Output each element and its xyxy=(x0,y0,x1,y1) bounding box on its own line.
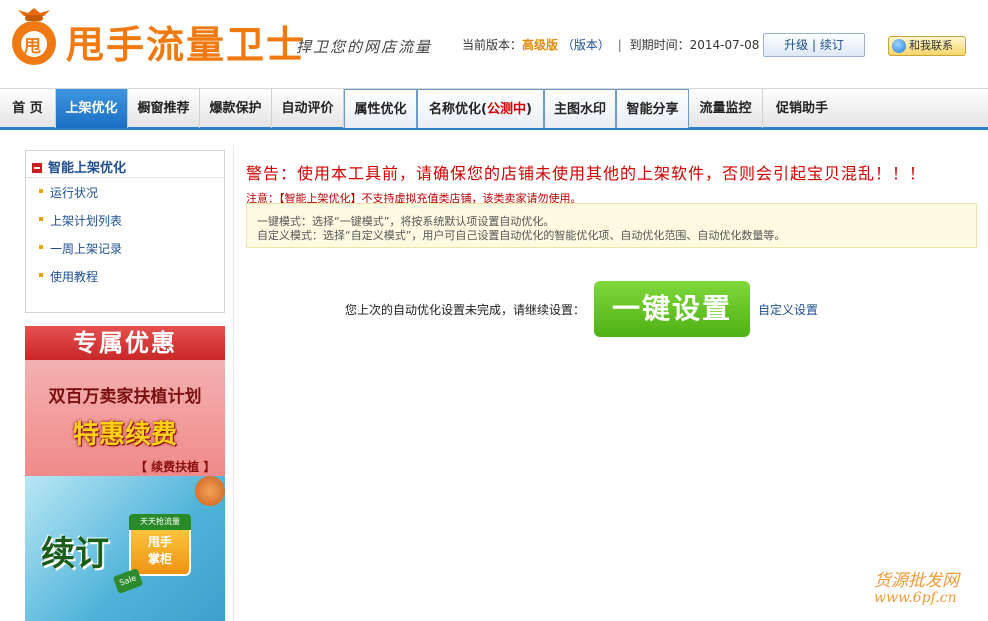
nav-name-optimize-label: 名称优化 xyxy=(429,102,482,117)
nav-beta-close: ) xyxy=(526,102,532,117)
slogan: 捍卫您的网店流量 xyxy=(296,38,433,56)
promo-renew-big: 续订 xyxy=(41,534,109,574)
logo-char: 甩 xyxy=(24,37,41,57)
info-custom: 自定义模式：选择“自定义模式”，用户可自己设置自动优化的智能优化项、自动优化范围… xyxy=(257,229,786,242)
one-click-setup-button[interactable]: 一键设置 xyxy=(594,281,750,337)
nav-hot-protect[interactable]: 爆款保护 xyxy=(200,89,272,128)
column-divider xyxy=(233,146,234,621)
sidebar-title[interactable]: 智能上架优化 xyxy=(32,157,126,176)
nav-auto-review[interactable]: 自动评价 xyxy=(272,89,344,128)
nav-attribute-optimize[interactable]: 属性优化 xyxy=(344,89,417,128)
collapse-icon[interactable] xyxy=(32,163,42,173)
divider: | xyxy=(617,38,622,52)
version-link[interactable]: （版本） xyxy=(562,38,610,52)
sidebar-item-tutorial[interactable]: 使用教程 xyxy=(38,268,98,285)
badge-top: 天天抢流量 xyxy=(129,514,191,530)
custom-setup-link[interactable]: 自定义设置 xyxy=(758,301,818,318)
nav-shelf-optimize[interactable]: 上架优化 xyxy=(56,89,128,128)
nav-window-recommend[interactable]: 橱窗推荐 xyxy=(128,89,200,128)
nav-watermark[interactable]: 主图水印 xyxy=(544,89,616,128)
warning-text: 警告：使用本工具前，请确保您的店铺未使用其他的上架软件，否则会引起宝贝混乱！！！ xyxy=(246,164,927,183)
version-info: 当前版本：高级版 （版本） | 到期时间：2014-07-08 xyxy=(462,36,759,53)
contact-me-button[interactable]: 和我联系 xyxy=(888,36,966,56)
mode-info-box: 一键模式：选择“一键模式”，将按系统默认项设置自动优化。 自定义模式：选择“自定… xyxy=(246,203,977,248)
nav-name-optimize[interactable]: 名称优化(公测中) xyxy=(417,89,544,128)
version-name: 高级版 xyxy=(522,38,559,52)
promo-top: 专属优惠 双百万卖家扶植计划 特惠续费 【 续费扶植 】 xyxy=(25,326,225,476)
main-nav: 首 页 上架优化 橱窗推荐 爆款保护 自动评价 属性优化 名称优化(公测中) 主… xyxy=(0,88,988,130)
nav-home[interactable]: 首 页 xyxy=(0,89,56,128)
nav-beta-tag: 公测中 xyxy=(487,102,527,117)
app-window: 甩 甩手流量卫士 捍卫您的网店流量 当前版本：高级版 （版本） | 到期时间：2… xyxy=(0,0,988,621)
watermark-title: 货源批发网 xyxy=(874,571,959,591)
nav-smart-share[interactable]: 智能分享 xyxy=(616,89,689,128)
expire-date: 2014-07-08 xyxy=(689,38,760,52)
promo-plan: 双百万卖家扶植计划 xyxy=(48,387,202,407)
badge-body: 甩手 掌柜 xyxy=(131,534,189,568)
promo-headline: 专属优惠 xyxy=(25,326,225,360)
sale-tag: Sale xyxy=(112,568,144,594)
sidebar-item-weekly-records[interactable]: 一周上架记录 xyxy=(38,240,122,257)
promo-banner[interactable]: 专属优惠 双百万卖家扶植计划 特惠续费 【 续费扶植 】 续订 天天抢流量 甩手… xyxy=(25,326,225,621)
sidebar: 智能上架优化 运行状况 上架计划列表 一周上架记录 使用教程 xyxy=(25,150,225,313)
product-box-icon: 天天抢流量 甩手 掌柜 xyxy=(129,514,191,576)
resume-prompt: 您上次的自动优化设置未完成，请继续设置： xyxy=(345,303,586,317)
contact-label: 和我联系 xyxy=(909,39,953,52)
promo-renew: 特惠续费 xyxy=(72,420,177,450)
header: 甩 甩手流量卫士 捍卫您的网店流量 当前版本：高级版 （版本） | 到期时间：2… xyxy=(0,0,988,88)
sidebar-item-plan-list[interactable]: 上架计划列表 xyxy=(38,212,122,229)
expire-label: 到期时间： xyxy=(629,38,690,52)
nav-promotion-helper[interactable]: 促销助手 xyxy=(763,89,841,128)
app-title: 甩手流量卫士 xyxy=(66,23,307,67)
promo-support: 【 续费扶植 】 xyxy=(135,460,216,474)
divider xyxy=(26,177,224,178)
upgrade-renew-button[interactable]: 升级 | 续订 xyxy=(763,33,865,57)
watermark-url: www.6pf.cn xyxy=(874,590,957,606)
badge-line2: 掌柜 xyxy=(147,552,172,566)
sidebar-item-run-status[interactable]: 运行状况 xyxy=(38,184,98,201)
chat-avatar-icon xyxy=(892,39,906,53)
version-prefix: 当前版本： xyxy=(462,38,523,52)
nav-traffic-monitor[interactable]: 流量监控 xyxy=(689,89,763,128)
sidebar-title-label: 智能上架优化 xyxy=(48,161,127,176)
badge-line1: 甩手 xyxy=(147,535,172,549)
promo-bottom: 续订 天天抢流量 甩手 掌柜 Sale xyxy=(25,476,225,621)
tree-decoration-icon xyxy=(195,476,225,506)
